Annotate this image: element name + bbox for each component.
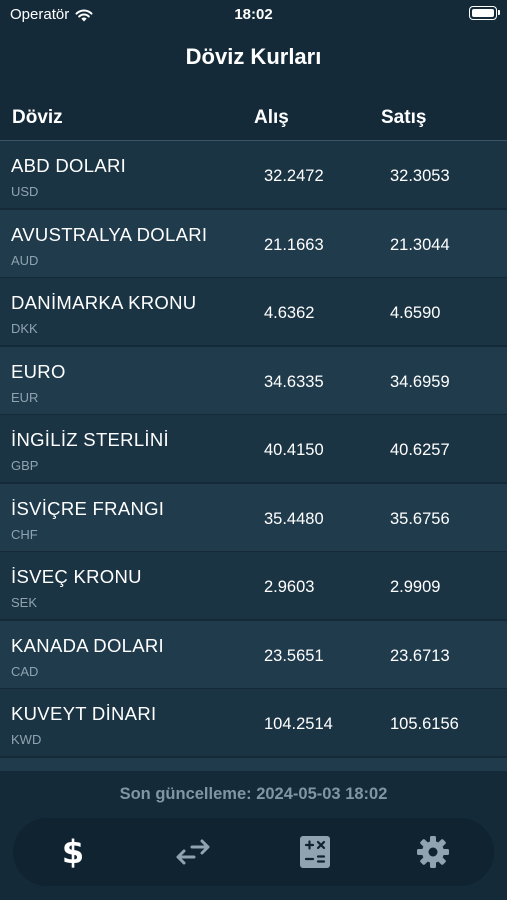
gear-icon [417,836,449,868]
buy-rate: 4.6362 [264,304,315,322]
table-row[interactable]: EURO EUR 34.6335 34.6959 [0,346,507,414]
tab-bar: $ [13,818,494,886]
currency-code: KWD [11,732,42,747]
sell-rate: 4.6590 [390,304,441,322]
currency-name: KANADA DOLARI [11,634,164,656]
currency-code: AUD [11,252,39,268]
table-header: Döviz Alış Satış [0,96,507,141]
currency-code: CAD [11,663,39,679]
page-title: Döviz Kurları [185,44,322,69]
currency-name: İNGİLİZ STERLİNİ [11,429,169,450]
currency-code: USD [11,184,39,199]
table-row[interactable]: ABD DOLARI USD 32.2472 32.3053 [0,141,507,208]
currency-name: AVUSTRALYA DOLARI [11,223,208,245]
currency-name: İSVİÇRE FRANGI [11,497,165,519]
sell-rate: 34.6959 [390,372,450,391]
sell-rate: 32.3053 [390,167,450,185]
table-row[interactable] [0,757,507,771]
status-bar: Operatör 18:02 [0,0,507,30]
currency-code: SEK [11,595,38,610]
sell-rate: 105.6156 [390,715,459,733]
currency-code: EUR [11,389,39,405]
table-row[interactable]: AVUSTRALYA DOLARI AUD 21.1663 21.3044 [0,209,507,277]
currency-code: CHF [11,526,38,542]
currency-name: EURO [11,360,66,382]
currency-code: DKK [11,321,38,336]
sell-rate: 40.6257 [390,441,450,459]
currency-name: DANİMARKA KRONU [11,292,197,313]
table-row[interactable]: KANADA DOLARI CAD 23.5651 23.6713 [0,620,507,688]
dollar-icon: $ [61,833,85,871]
sell-rate: 35.6756 [390,509,450,528]
buy-rate: 21.1663 [264,235,324,254]
buy-rate: 34.6335 [264,372,324,391]
tab-converter[interactable] [171,832,215,872]
currency-name: İSVEÇ KRONU [11,566,142,587]
currency-code: GBP [11,458,39,473]
tab-settings[interactable] [411,832,455,872]
last-update-label: Son güncelleme: 2024-05-03 18:02 [119,785,388,803]
buy-rate: 35.4480 [264,509,324,528]
convert-arrows-icon [176,839,210,865]
table-row[interactable]: İSVİÇRE FRANGI CHF 35.4480 35.6756 [0,483,507,551]
column-header-buy: Alış [254,107,289,128]
currency-list[interactable]: ABD DOLARI USD 32.2472 32.3053 AVUSTRALY… [0,141,507,771]
battery-icon [469,6,500,20]
status-time: 18:02 [234,6,273,23]
buy-rate: 2.9603 [264,578,315,596]
column-header-currency: Döviz [12,107,63,128]
table-row[interactable]: İSVEÇ KRONU SEK 2.9603 2.9909 [0,552,507,619]
buy-rate: 23.5651 [264,646,324,665]
tab-calculator[interactable] [293,832,337,872]
tab-exchange-rates[interactable]: $ [51,832,95,872]
column-header-sell: Satış [381,107,427,128]
buy-rate: 32.2472 [264,167,324,185]
sell-rate: 21.3044 [390,235,450,254]
sell-rate: 2.9909 [390,578,441,596]
table-row[interactable]: İNGİLİZ STERLİNİ GBP 40.4150 40.6257 [0,415,507,482]
table-row[interactable]: DANİMARKA KRONU DKK 4.6362 4.6590 [0,278,507,345]
currency-name: KUVEYT DİNARI [11,703,157,724]
currency-name: ABD DOLARI [11,155,127,176]
table-row[interactable]: KUVEYT DİNARI KWD 104.2514 105.6156 [0,689,507,756]
calculator-icon [300,836,330,868]
buy-rate: 40.4150 [264,441,324,459]
sell-rate: 23.6713 [390,646,450,665]
buy-rate: 104.2514 [264,715,333,733]
